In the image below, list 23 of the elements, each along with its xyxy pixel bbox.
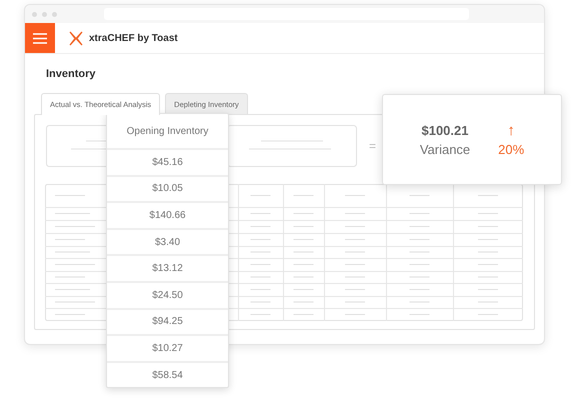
table-cell: $3.40 — [107, 230, 228, 256]
menu-button[interactable] — [25, 23, 55, 53]
up-arrow: ↑ — [507, 122, 515, 138]
table-cell: $94.25 — [107, 310, 228, 336]
equals-sign: = — [369, 139, 376, 153]
logo-icon — [69, 30, 83, 46]
table-cell: $24.50 — [107, 282, 228, 310]
table-cell: $140.66 — [107, 203, 228, 230]
column-header: Opening Inventory — [107, 114, 228, 150]
menu-icon — [33, 32, 47, 44]
table-cell-text: $58.54 — [151, 368, 184, 383]
variance-percent: 20% — [498, 142, 524, 156]
table-cell: $10.05 — [107, 176, 228, 204]
app-title: xtraCHEF by Toast — [89, 32, 178, 44]
table-cell: $45.16 — [107, 150, 228, 177]
window-dot — [42, 12, 47, 16]
window-dot — [32, 12, 37, 16]
table-cell: $10.27 — [107, 336, 228, 363]
window-dot — [52, 12, 57, 16]
table-cell: $13.12 — [107, 256, 228, 283]
variance-amount: $100.21 — [421, 122, 468, 138]
variance-label: Variance — [420, 142, 470, 156]
page-title: Inventory — [46, 68, 97, 80]
